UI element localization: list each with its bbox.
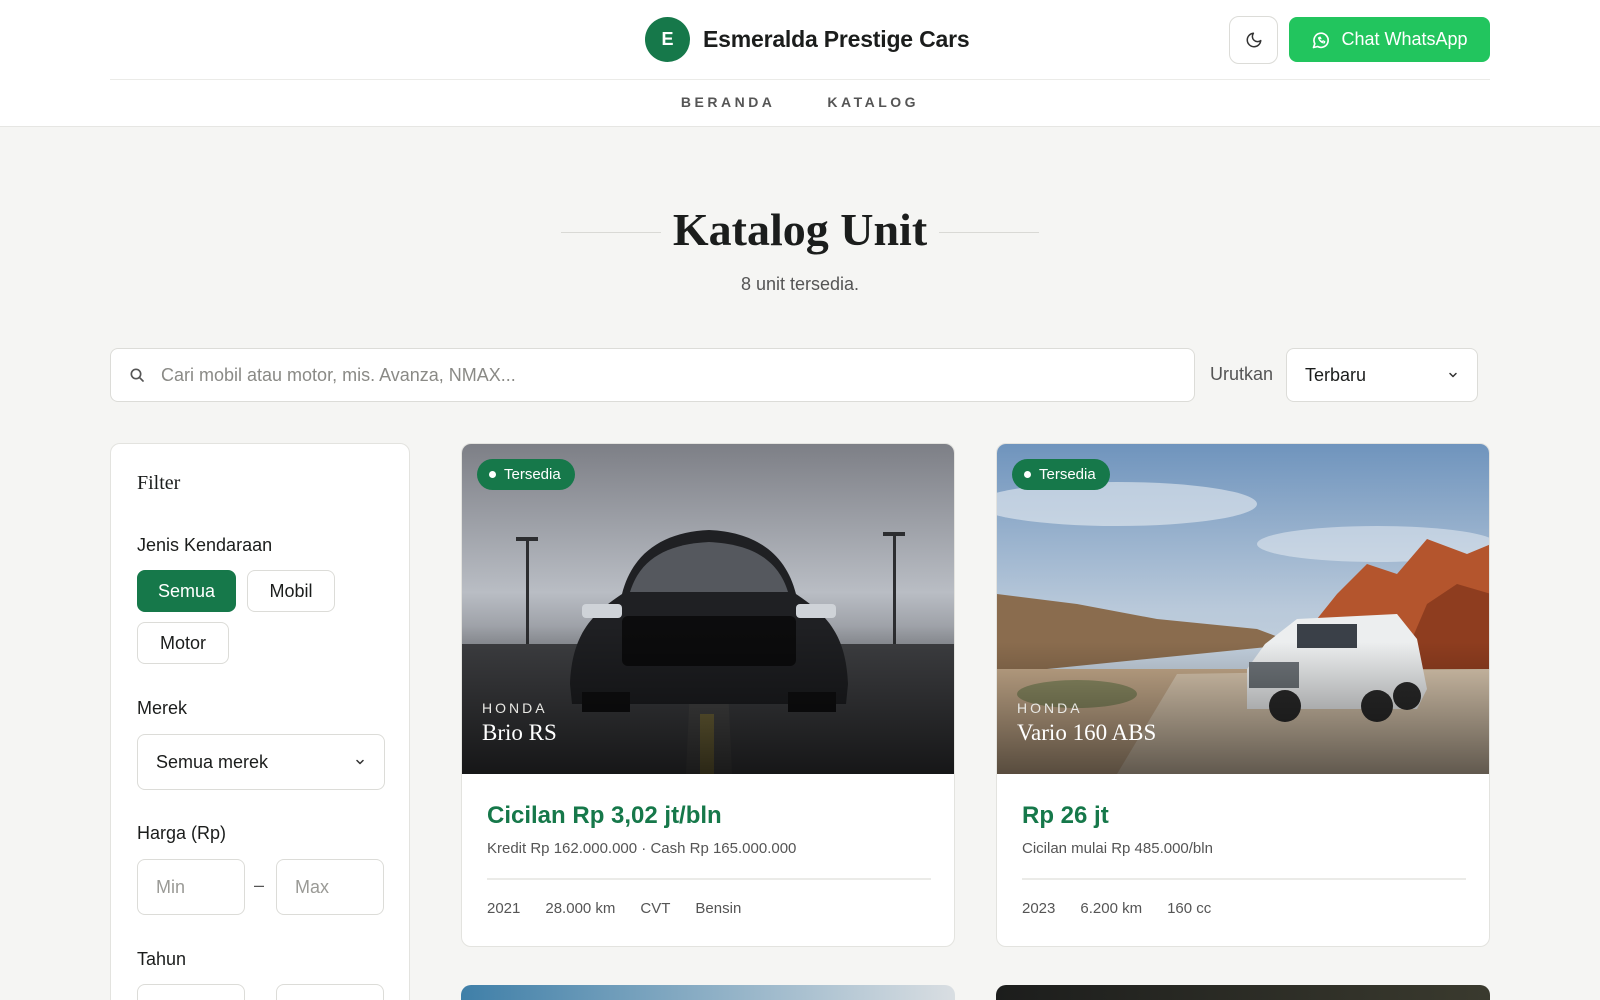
chevron-down-icon	[1449, 372, 1457, 378]
price-separator: –	[254, 875, 265, 895]
vehicle-model: Brio RS	[482, 720, 557, 745]
vehicle-card-body: Rp 26 jt Cicilan mulai Rp 485.000/bln 20…	[997, 774, 1489, 946]
site-header: E Esmeralda Prestige Cars Chat WhatsApp …	[0, 0, 1600, 127]
search-bar	[110, 348, 1195, 402]
year-min-input[interactable]	[137, 984, 245, 1000]
year-max-input[interactable]	[276, 984, 384, 1000]
spec-mileage: 6.200 km	[1080, 900, 1143, 917]
chat-whatsapp-label: Chat WhatsApp	[1341, 29, 1468, 49]
filter-title: Filter	[137, 472, 181, 494]
brand[interactable]: E Esmeralda Prestige Cars	[645, 17, 970, 62]
brand-select-value: Semua merek	[156, 751, 269, 772]
chat-whatsapp-button[interactable]: Chat WhatsApp	[1289, 17, 1490, 62]
brand-name: Esmeralda Prestige Cars	[703, 26, 970, 52]
spec-year: 2023	[1022, 900, 1056, 917]
price-min-input[interactable]: Min	[137, 859, 245, 915]
moon-icon	[1246, 32, 1261, 48]
vehicle-specs: 2021 28.000 km CVT Bensin	[487, 900, 741, 917]
year-filter-label: Tahun	[137, 949, 187, 969]
spec-mileage: 28.000 km	[545, 900, 616, 917]
status-badge-label: Tersedia	[504, 466, 561, 483]
vehicle-brand: HONDA	[482, 700, 548, 716]
vehicle-type-chip-semua[interactable]: Semua	[137, 570, 236, 612]
vehicle-price: Rp 26 jt	[1022, 802, 1109, 829]
title-decoration-right	[939, 232, 1039, 233]
page-subtitle: 8 unit tersedia.	[740, 274, 860, 294]
brand-select[interactable]: Semua merek	[137, 734, 385, 790]
search-icon	[130, 368, 144, 382]
brand-filter-label: Merek	[137, 698, 188, 718]
spec-year: 2021	[487, 900, 521, 917]
vehicle-card[interactable]: Tersedia HONDA Brio RS Cicilan Rp 3,02 j…	[461, 443, 955, 947]
status-dot-icon	[1024, 471, 1031, 478]
status-badge: Tersedia	[477, 459, 575, 490]
spec-engine: 160 cc	[1167, 900, 1212, 917]
card-divider	[487, 878, 931, 880]
header-divider	[110, 79, 1490, 80]
vehicle-photo: Tersedia HONDA Brio RS	[462, 444, 954, 774]
vehicle-card-peek[interactable]	[461, 985, 955, 1000]
vehicle-photo: Tersedia HONDA Vario 160 ABS	[997, 444, 1489, 774]
vehicle-card[interactable]: Tersedia HONDA Vario 160 ABS Rp 26 jt Ci…	[996, 443, 1490, 947]
vehicle-price-detail: Kredit Rp 162.000.000 · Cash Rp 165.000.…	[487, 840, 797, 857]
nav-item-katalog[interactable]: KATALOG	[827, 94, 919, 114]
chevron-down-icon	[356, 759, 364, 765]
vehicle-specs: 2023 6.200 km 160 cc	[1022, 900, 1211, 917]
vehicle-price-detail: Cicilan mulai Rp 485.000/bln	[1022, 840, 1213, 857]
theme-toggle-button[interactable]	[1229, 16, 1278, 64]
spec-transmission: CVT	[640, 900, 671, 917]
card-divider	[1022, 878, 1466, 880]
brand-logo: E	[645, 17, 690, 62]
price-filter-label: Harga (Rp)	[137, 823, 227, 843]
page-title: Katalog Unit	[672, 204, 928, 255]
vehicle-brand: HONDA	[1017, 700, 1083, 716]
status-badge: Tersedia	[1012, 459, 1110, 490]
filter-panel: Filter Jenis Kendaraan Semua Mobil Motor…	[110, 443, 410, 1000]
price-max-input[interactable]: Max	[276, 859, 384, 915]
status-dot-icon	[489, 471, 496, 478]
vehicle-card-body: Cicilan Rp 3,02 jt/bln Kredit Rp 162.000…	[462, 774, 954, 946]
search-input[interactable]	[161, 364, 1061, 386]
nav-item-beranda[interactable]: BERANDA	[681, 94, 776, 114]
vehicle-type-chip-motor[interactable]: Motor	[137, 622, 229, 664]
vehicle-type-label: Jenis Kendaraan	[137, 535, 273, 555]
main-nav: BERANDA KATALOG	[0, 94, 1600, 114]
vehicle-type-chip-mobil[interactable]: Mobil	[247, 570, 335, 612]
spec-fuel: Bensin	[695, 900, 742, 917]
vehicle-price: Cicilan Rp 3,02 jt/bln	[487, 802, 722, 829]
whatsapp-icon	[1313, 31, 1330, 48]
sort-label: Urutkan	[1210, 364, 1274, 384]
sort-selected-value: Terbaru	[1305, 364, 1367, 385]
vehicle-model: Vario 160 ABS	[1017, 720, 1157, 745]
vehicle-card-peek[interactable]	[996, 985, 1490, 1000]
status-badge-label: Tersedia	[1039, 466, 1096, 483]
sort-select[interactable]: Terbaru	[1286, 348, 1478, 402]
